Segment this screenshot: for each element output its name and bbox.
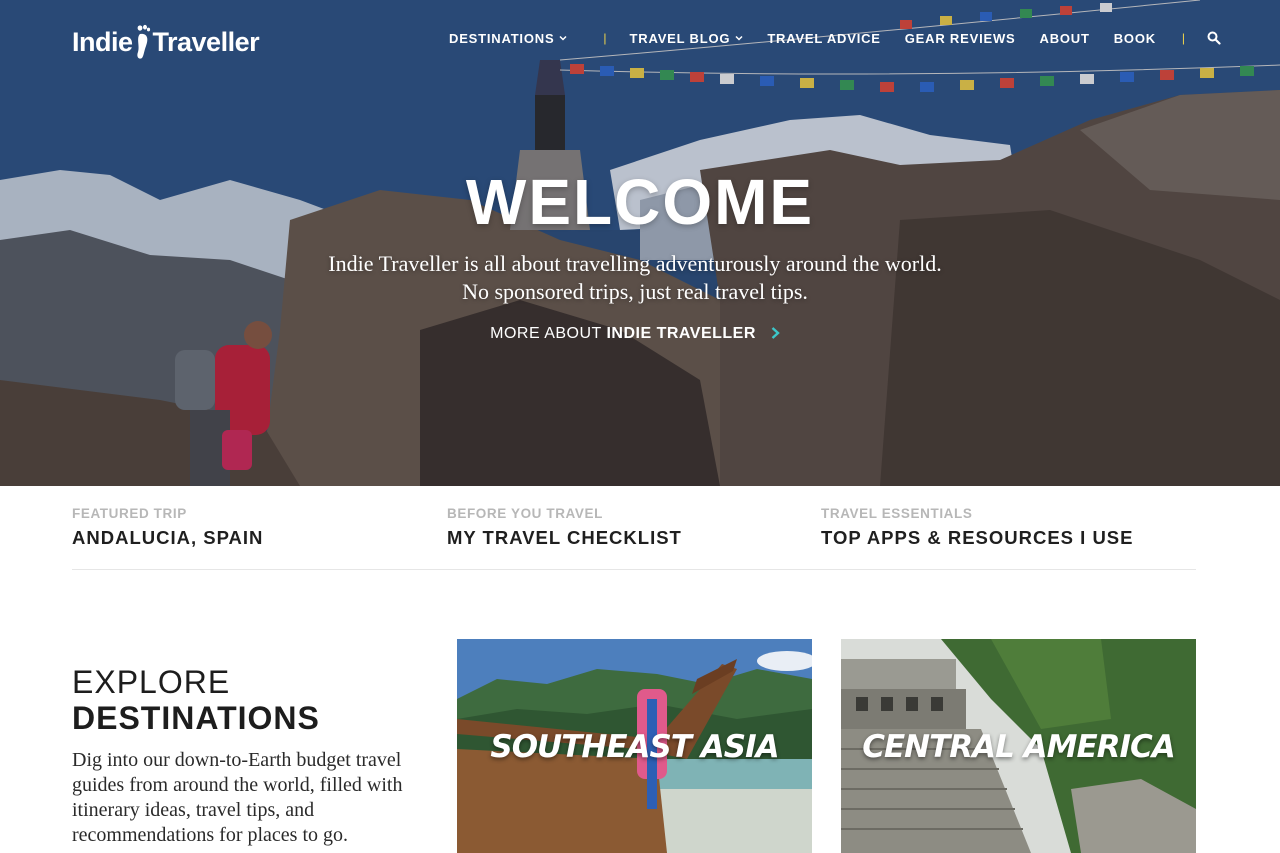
feature-kicker: TRAVEL ESSENTIALS — [821, 506, 973, 521]
search-icon[interactable] — [1207, 31, 1221, 45]
hero-overlay — [0, 0, 1280, 486]
hero-subtitle-line-2: No sponsored trips, just real travel tip… — [462, 279, 808, 304]
more-about-link[interactable]: MORE ABOUT INDIE TRAVELLER — [0, 325, 1270, 343]
feature-title: ANDALUCIA, SPAIN — [72, 527, 264, 548]
feature-kicker: FEATURED TRIP — [72, 506, 187, 521]
nav-destinations-label: DESTINATIONS — [449, 30, 555, 46]
nav-destinations[interactable]: DESTINATIONS — [449, 31, 567, 46]
footprint-icon — [136, 24, 150, 59]
feature-title: MY TRAVEL CHECKLIST — [447, 527, 682, 548]
nav-travel-advice[interactable]: TRAVEL ADVICE — [767, 31, 880, 46]
logo-text-traveller: Traveller — [152, 26, 260, 57]
hero-subtitle: Indie Traveller is all about travelling … — [0, 250, 1270, 306]
feature-kicker: BEFORE YOU TRAVEL — [447, 506, 603, 521]
feature-travel-essentials[interactable]: TRAVEL ESSENTIALS TOP APPS & RESOURCES I… — [821, 506, 1133, 549]
nav-separator: | — [603, 31, 607, 45]
nav-gear-reviews-label: GEAR REVIEWS — [904, 30, 1016, 46]
hero-banner: Indie Traveller DESTINATIONS | TRAVEL BL… — [0, 0, 1280, 486]
nav-separator: | — [1181, 31, 1186, 45]
hero-subtitle-line-1: Indie Traveller is all about travelling … — [328, 251, 942, 276]
explore-heading-light: EXPLORE — [72, 664, 231, 700]
hero-title: WELCOME — [465, 166, 815, 238]
destination-label: SOUTHEAST ASIA — [490, 729, 779, 765]
nav-book-label: BOOK — [1113, 30, 1156, 46]
feature-before-you-travel[interactable]: BEFORE YOU TRAVEL MY TRAVEL CHECKLIST — [447, 506, 682, 549]
destination-label: CENTRAL AMERICA — [862, 729, 1176, 765]
nav-travel-blog[interactable]: TRAVEL BLOG — [630, 31, 744, 46]
nav-book[interactable]: BOOK — [1114, 31, 1156, 46]
more-about-link-bold: INDIE TRAVELLER — [606, 325, 756, 342]
nav-travel-blog-label: TRAVEL BLOG — [629, 30, 731, 46]
explore-description: Dig into our down-to-Earth budget travel… — [72, 749, 403, 846]
nav-gear-reviews[interactable]: GEAR REVIEWS — [905, 31, 1016, 46]
site-logo[interactable]: Indie Traveller — [72, 18, 260, 66]
chevron-down-icon — [559, 35, 567, 41]
chevron-down-icon — [735, 35, 743, 41]
featured-links: FEATURED TRIP ANDALUCIA, SPAIN BEFORE YO… — [72, 486, 1196, 570]
destination-card-central-america[interactable]: CENTRAL AMERICA — [841, 639, 1196, 853]
destination-card-southeast-asia[interactable]: SOUTHEAST ASIA — [457, 639, 812, 853]
feature-featured-trip[interactable]: FEATURED TRIP ANDALUCIA, SPAIN — [72, 506, 263, 549]
logo-text-indie: Indie — [72, 26, 133, 57]
nav-travel-advice-label: TRAVEL ADVICE — [767, 30, 881, 46]
more-about-link-prefix: MORE ABOUT — [490, 325, 602, 342]
chevron-right-icon — [771, 327, 780, 339]
feature-title: TOP APPS & RESOURCES I USE — [821, 527, 1134, 548]
nav-about[interactable]: ABOUT — [1040, 31, 1090, 46]
explore-heading-bold: DESTINATIONS — [72, 700, 320, 736]
nav-about-label: ABOUT — [1039, 30, 1090, 46]
main-navigation: DESTINATIONS | TRAVEL BLOG TRAVEL ADVICE… — [449, 28, 1221, 48]
